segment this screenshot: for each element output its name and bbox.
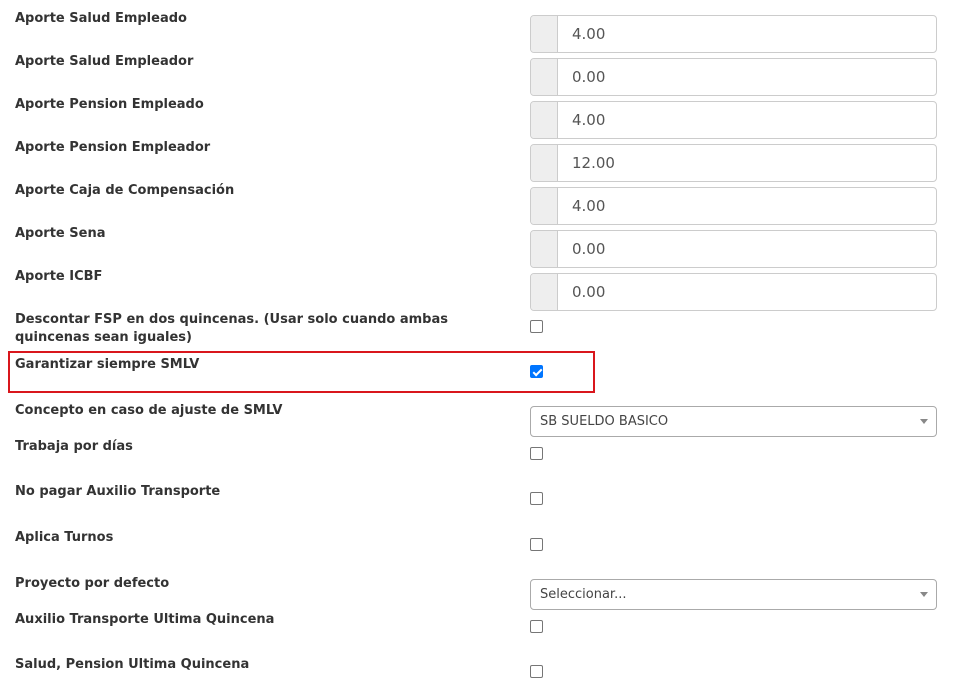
input-addon [531,231,558,267]
aporte-salud-empleador-input[interactable] [558,59,936,95]
aporte-icbf-group [530,273,937,311]
aporte-pension-empleado-group [530,101,937,139]
aplica-turnos-checkbox[interactable] [530,538,543,551]
aporte-salud-empleador-group [530,58,937,96]
aporte-caja-compensacion-label: Aporte Caja de Compensación [15,183,235,198]
input-addon [531,102,558,138]
aporte-icbf-label: Aporte ICBF [15,269,103,284]
aporte-salud-empleado-group [530,15,937,53]
auxilio-ultima-quincena-checkbox[interactable] [530,620,543,633]
aporte-salud-empleado-input[interactable] [558,16,936,52]
concepto-ajuste-value: SB SUELDO BASICO [540,414,669,429]
descontar-fsp-label: Descontar FSP en dos quincenas. (Usar so… [15,312,448,345]
aporte-pension-empleador-group [530,144,937,182]
input-addon [531,16,558,52]
no-pagar-auxilio-checkbox[interactable] [530,492,543,505]
aporte-pension-empleado-label: Aporte Pension Empleado [15,97,204,112]
aporte-pension-empleador-input[interactable] [558,145,936,181]
aporte-caja-compensacion-input[interactable] [558,188,936,224]
aporte-pension-empleado-input[interactable] [558,102,936,138]
aporte-sena-group [530,230,937,268]
salud-pension-ultima-quincena-checkbox[interactable] [530,665,543,678]
input-addon [531,59,558,95]
concepto-ajuste-label: Concepto en caso de ajuste de SMLV [15,403,283,418]
input-addon [531,274,558,310]
aporte-caja-compensacion-group [530,187,937,225]
trabaja-por-dias-checkbox[interactable] [530,447,543,460]
aporte-salud-empleador-label: Aporte Salud Empleador [15,54,194,69]
chevron-down-icon [920,592,928,597]
descontar-fsp-checkbox[interactable] [530,320,543,333]
aporte-sena-input[interactable] [558,231,936,267]
trabaja-por-dias-label: Trabaja por días [15,439,133,454]
proyecto-defecto-select[interactable]: Seleccionar... [530,579,937,610]
aporte-pension-empleador-label: Aporte Pension Empleador [15,140,211,155]
aporte-icbf-input[interactable] [558,274,936,310]
aplica-turnos-label: Aplica Turnos [15,530,114,545]
chevron-down-icon [920,419,928,424]
input-addon [531,145,558,181]
aporte-sena-label: Aporte Sena [15,226,106,241]
garantizar-smlv-label: Garantizar siempre SMLV [15,357,200,372]
proyecto-defecto-label: Proyecto por defecto [15,576,170,591]
concepto-ajuste-select[interactable]: SB SUELDO BASICO [530,406,937,437]
auxilio-ultima-quincena-label: Auxilio Transporte Ultima Quincena [15,612,275,627]
input-addon [531,188,558,224]
salud-pension-ultima-quincena-label: Salud, Pension Ultima Quincena [15,657,250,672]
aporte-salud-empleado-label: Aporte Salud Empleado [15,11,187,26]
garantizar-smlv-checkbox[interactable] [530,365,543,378]
no-pagar-auxilio-label: No pagar Auxilio Transporte [15,484,221,499]
proyecto-defecto-value: Seleccionar... [540,587,627,602]
